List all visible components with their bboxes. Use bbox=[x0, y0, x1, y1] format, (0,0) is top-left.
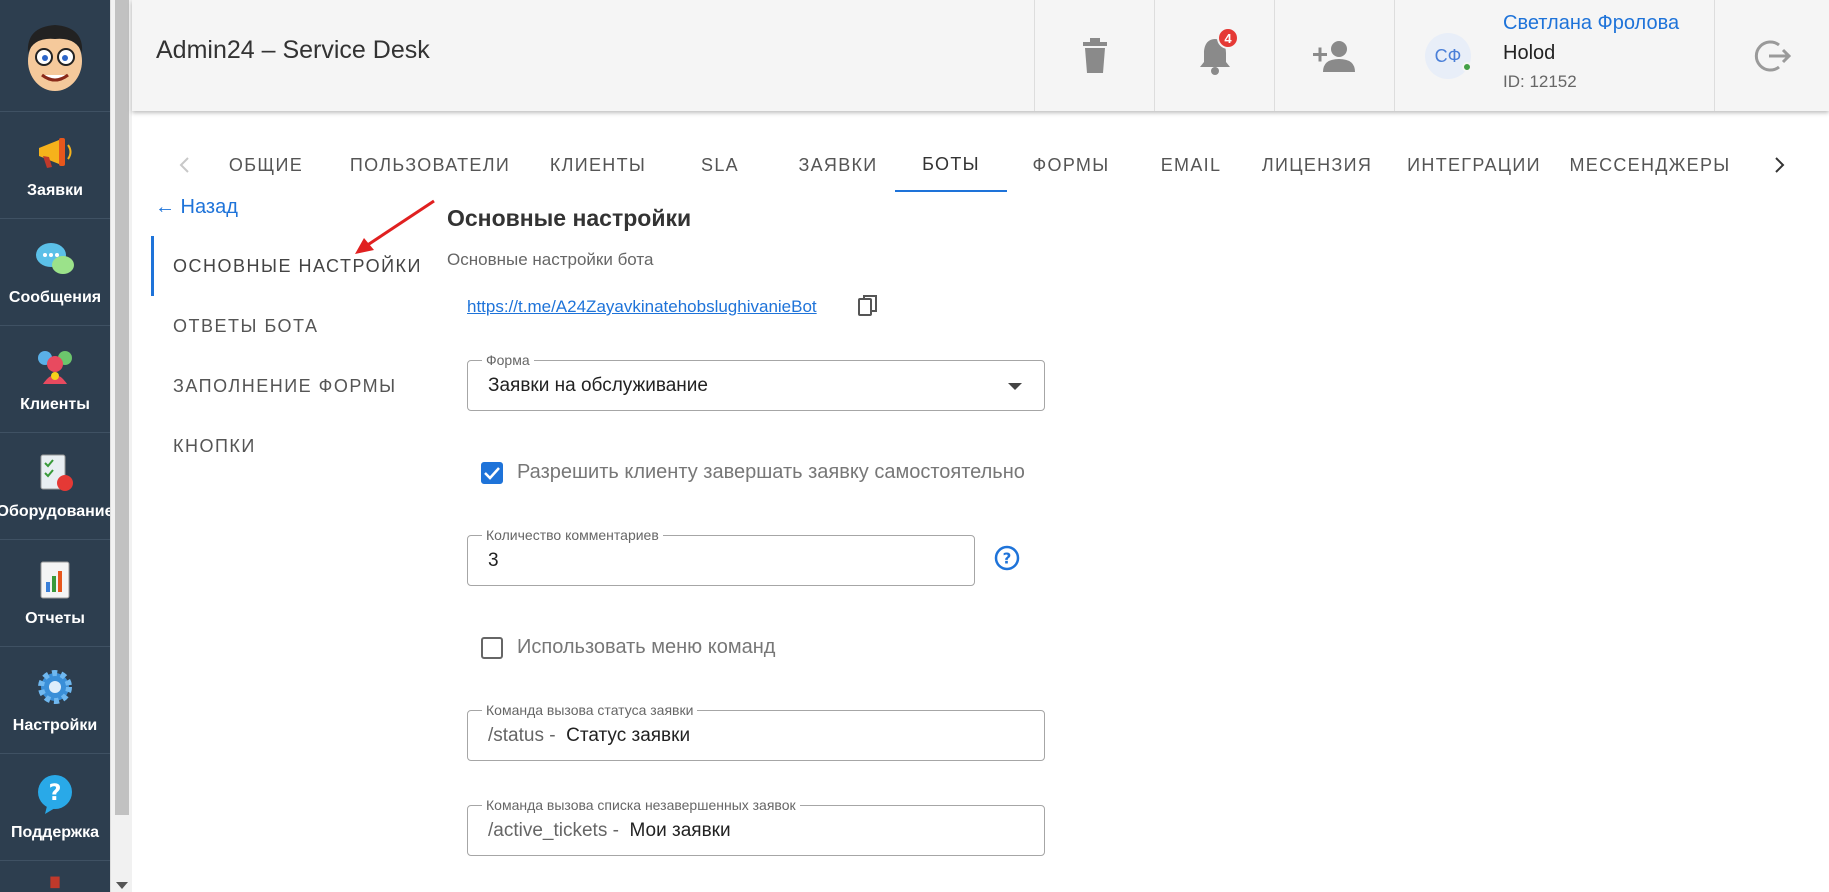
sidebar-item-label: Оборудование bbox=[0, 503, 114, 520]
user-profile[interactable]: СФ Светлана Фролова Holod ID: 12152 bbox=[1394, 0, 1714, 111]
use-menu-checkbox-row[interactable]: Использовать меню команд bbox=[481, 636, 775, 659]
sidebar-item-label: Клиенты bbox=[20, 396, 90, 413]
form-select-legend: Форма bbox=[482, 352, 534, 368]
active-tickets-command-legend: Команда вызова списка незавершенных заяв… bbox=[482, 797, 800, 813]
basic-settings-panel: Основные настройки Основные настройки бо… bbox=[447, 205, 1147, 856]
copy-icon[interactable] bbox=[858, 295, 878, 322]
megaphone-icon bbox=[39, 138, 72, 168]
active-tickets-command-input[interactable]: Команда вызова списка незавершенных заяв… bbox=[467, 797, 1045, 856]
allow-close-checkbox-row[interactable]: Разрешить клиенту завершать заявку самос… bbox=[481, 461, 1025, 484]
logout-button[interactable] bbox=[1714, 0, 1829, 111]
tab-integrations[interactable]: ИНТЕГРАЦИИ bbox=[1394, 138, 1554, 192]
annotation-arrow-icon bbox=[355, 199, 435, 254]
section-title: Основные настройки bbox=[447, 205, 692, 231]
status-command-legend: Команда вызова статуса заявки bbox=[482, 702, 698, 718]
sidebar-item-label: Сообщения bbox=[8, 289, 102, 306]
sidebar-item-support[interactable]: ? Поддержка bbox=[0, 754, 110, 861]
sidebar-item-label: Настройки bbox=[12, 717, 98, 734]
subnav-buttons[interactable]: КНОПКИ bbox=[151, 416, 431, 476]
sidebar-item-reports[interactable]: Отчеты bbox=[0, 540, 110, 647]
tab-forms[interactable]: ФОРМЫ bbox=[1015, 138, 1127, 192]
status-command-input[interactable]: Команда вызова статуса заявки /status - … bbox=[467, 702, 1045, 761]
active-tickets-command-value: /active_tickets - Мои заявки bbox=[488, 820, 731, 842]
tab-sla[interactable]: SLA bbox=[668, 138, 772, 192]
tabs-scroll-left-icon[interactable] bbox=[164, 138, 204, 192]
subnav-bot-answers[interactable]: ОТВЕТЫ БОТА bbox=[151, 296, 431, 356]
user-id: ID: 12152 bbox=[1503, 72, 1577, 91]
sidebar-item-more[interactable] bbox=[0, 861, 110, 892]
notification-count-badge: 4 bbox=[1217, 27, 1239, 49]
status-command-prefix: /status - bbox=[488, 725, 556, 746]
chat-bubbles-icon bbox=[36, 243, 74, 274]
add-user-button[interactable] bbox=[1274, 0, 1394, 111]
active-tickets-command-prefix: /active_tickets - bbox=[488, 820, 619, 841]
status-command-text: Статус заявки bbox=[566, 725, 691, 746]
tab-tickets[interactable]: ЗАЯВКИ bbox=[780, 138, 896, 192]
report-chart-icon bbox=[40, 561, 70, 599]
sidebar-item-messages[interactable]: Сообщения bbox=[0, 219, 110, 326]
comments-count-legend: Количество комментариев bbox=[482, 527, 663, 543]
user-organization: Holod bbox=[1503, 42, 1556, 64]
bot-link[interactable]: https://t.me/A24Zayavkinatehobslughivani… bbox=[467, 297, 817, 317]
partial-icon bbox=[50, 876, 60, 889]
notifications-button[interactable]: 4 bbox=[1154, 0, 1274, 111]
form-select-value: Заявки на обслуживание bbox=[488, 375, 708, 396]
sidebar-item-settings[interactable]: Настройки bbox=[0, 647, 110, 754]
svg-text:?: ? bbox=[49, 781, 62, 806]
help-icon[interactable]: ? bbox=[994, 545, 1020, 576]
status-command-value: /status - Статус заявки bbox=[488, 725, 690, 747]
tabs-scroll-right-icon[interactable] bbox=[1760, 138, 1800, 192]
tab-clients[interactable]: КЛИЕНТЫ bbox=[528, 138, 668, 192]
dropdown-arrow-icon bbox=[1008, 383, 1022, 390]
scrollbar-thumb[interactable] bbox=[115, 0, 129, 815]
equipment-checklist-icon bbox=[40, 454, 73, 491]
comments-count-value: 3 bbox=[488, 550, 499, 571]
gear-icon bbox=[38, 670, 72, 704]
sidebar-item-label: Поддержка bbox=[10, 824, 100, 841]
sidebar-item-clients[interactable]: Клиенты bbox=[0, 326, 110, 433]
avatar-logo-icon bbox=[27, 24, 83, 91]
use-menu-checkbox[interactable] bbox=[481, 636, 503, 659]
users-icon bbox=[38, 351, 72, 384]
section-subtitle: Основные настройки бота bbox=[447, 250, 654, 269]
online-status-dot bbox=[1462, 62, 1472, 72]
subnav-form-filling[interactable]: ЗАПОЛНЕНИЕ ФОРМЫ bbox=[151, 356, 431, 416]
active-tickets-command-text: Мои заявки bbox=[629, 820, 731, 841]
tab-bots[interactable]: БОТЫ bbox=[895, 138, 1007, 192]
tab-users[interactable]: ПОЛЬЗОВАТЕЛИ bbox=[340, 138, 520, 192]
back-link[interactable]: ← Назад bbox=[155, 196, 238, 219]
user-name[interactable]: Светлана Фролова bbox=[1503, 12, 1679, 35]
sidebar-item-label: Отчеты bbox=[25, 610, 85, 627]
logo[interactable] bbox=[0, 0, 110, 112]
app-title: Admin24 – Service Desk bbox=[156, 36, 430, 64]
user-avatar: СФ bbox=[1425, 33, 1471, 79]
trash-icon bbox=[1082, 37, 1107, 73]
logout-icon bbox=[1754, 40, 1791, 71]
scroll-down-arrow-icon[interactable] bbox=[116, 882, 128, 889]
comments-count-input[interactable]: Количество комментариев 3 bbox=[467, 527, 975, 586]
help-bubble-icon: ? bbox=[38, 775, 72, 814]
sidebar-scrollbar[interactable] bbox=[110, 0, 132, 892]
form-select[interactable]: Форма Заявки на обслуживание bbox=[467, 352, 1045, 411]
tab-email[interactable]: EMAIL bbox=[1135, 138, 1247, 192]
use-menu-label: Использовать меню команд bbox=[517, 636, 776, 658]
sidebar-item-equipment[interactable]: Оборудование bbox=[0, 433, 114, 540]
main-sidebar: Заявки Сообщения Клиенты Оборудование От… bbox=[0, 0, 114, 892]
top-header: Admin24 – Service Desk 4 СФ Светлана Фро… bbox=[132, 0, 1829, 111]
allow-close-label: Разрешить клиенту завершать заявку самос… bbox=[517, 461, 1025, 483]
tab-messengers[interactable]: МЕССЕНДЖЕРЫ bbox=[1565, 138, 1735, 192]
tab-license[interactable]: ЛИЦЕНЗИЯ bbox=[1252, 138, 1382, 192]
bot-settings-subnav: ОСНОВНЫЕ НАСТРОЙКИ ОТВЕТЫ БОТА ЗАПОЛНЕНИ… bbox=[151, 236, 431, 476]
svg-text:?: ? bbox=[1003, 550, 1012, 568]
sidebar-item-label: Заявки bbox=[27, 182, 83, 199]
settings-tabs: ОБЩИЕ ПОЛЬЗОВАТЕЛИ КЛИЕНТЫ SLA ЗАЯВКИ БО… bbox=[160, 138, 1800, 192]
sidebar-item-tickets[interactable]: Заявки bbox=[0, 112, 110, 219]
allow-close-checkbox[interactable] bbox=[481, 461, 503, 484]
add-user-icon bbox=[1312, 40, 1355, 72]
tab-general[interactable]: ОБЩИЕ bbox=[210, 138, 322, 192]
trash-button[interactable] bbox=[1034, 0, 1154, 111]
